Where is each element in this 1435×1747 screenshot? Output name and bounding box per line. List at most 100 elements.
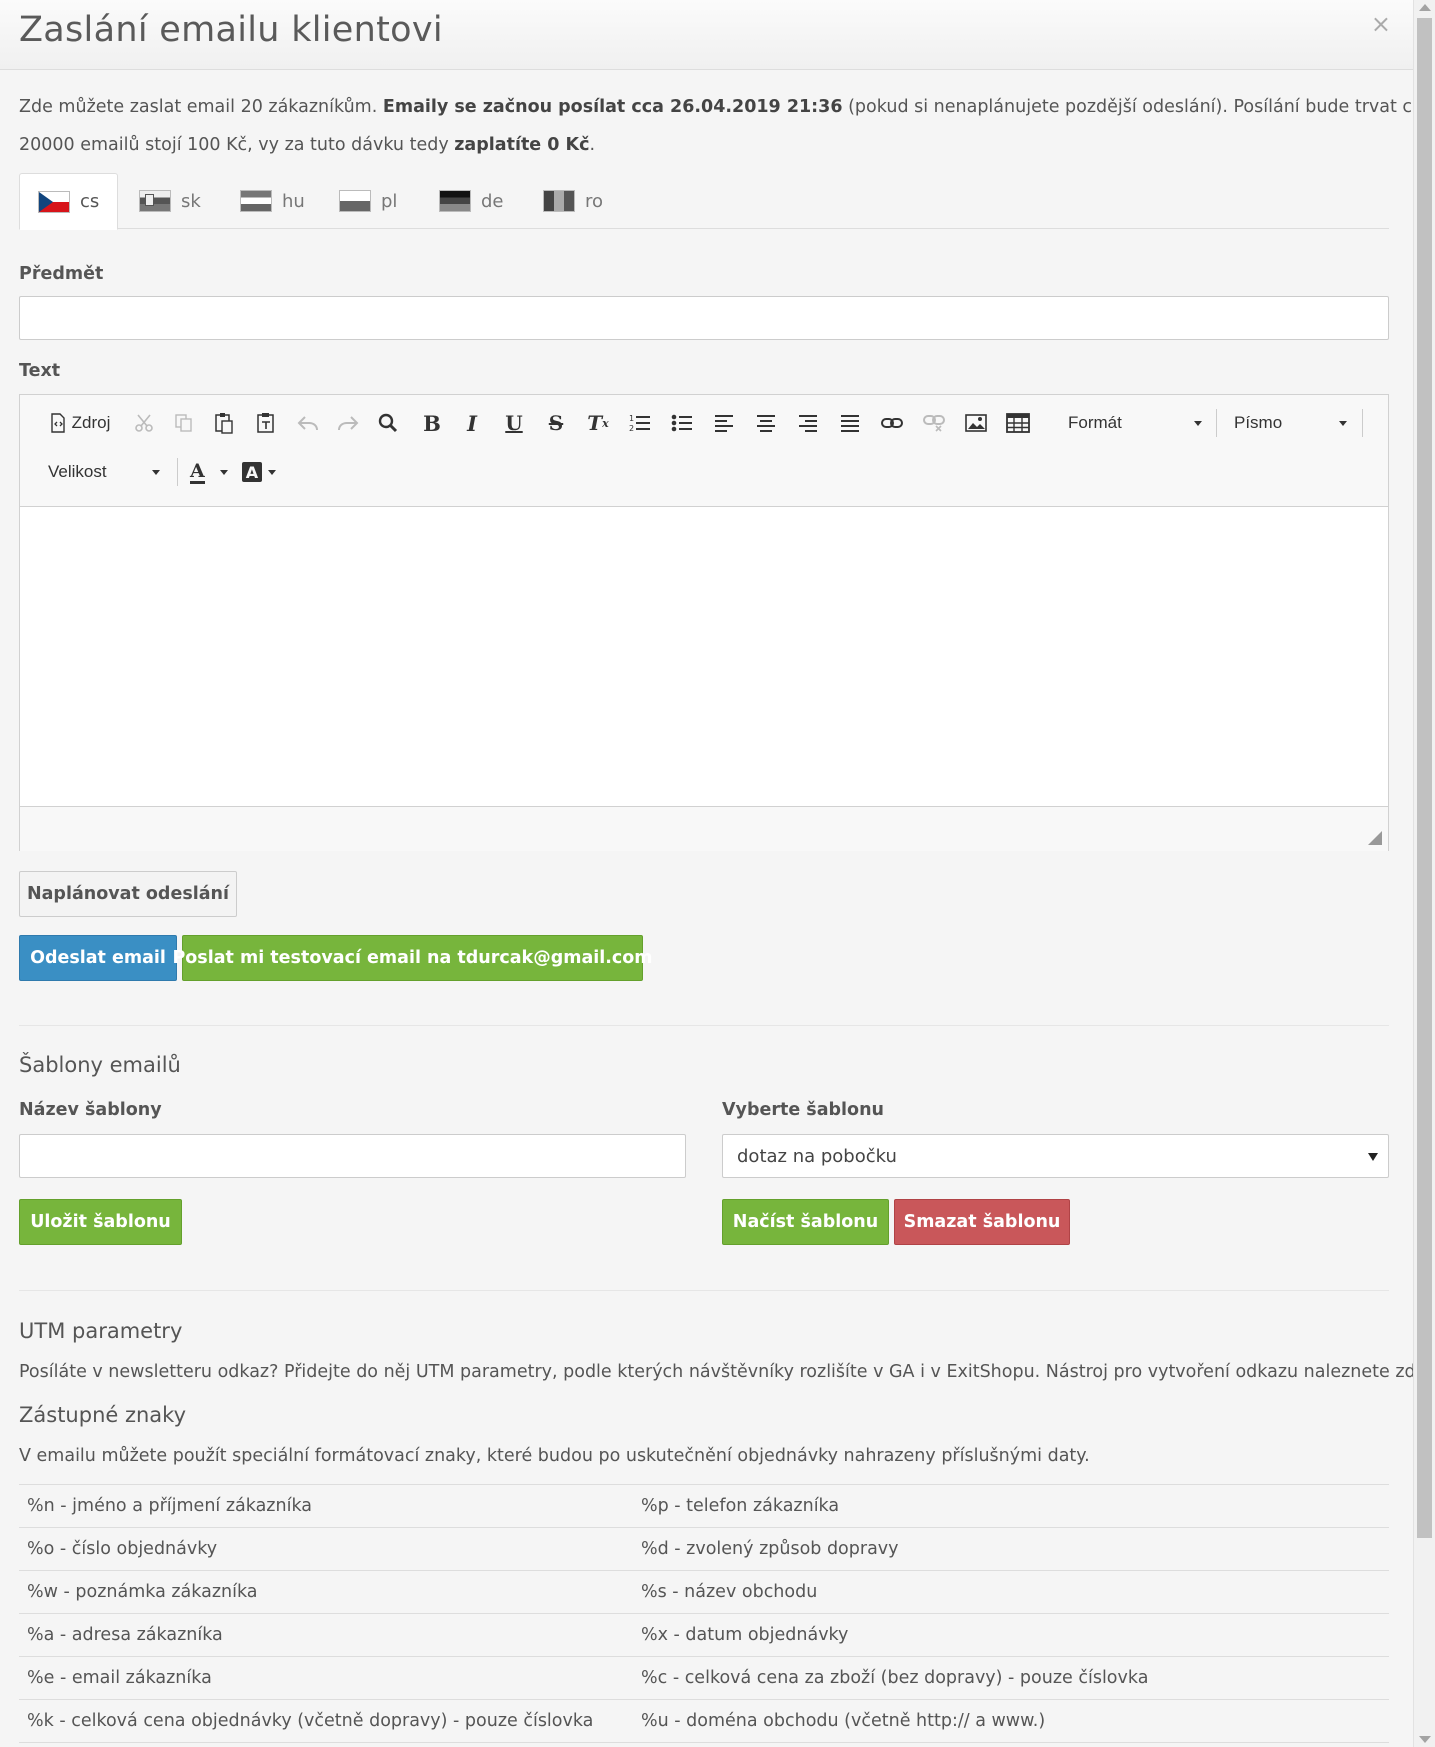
table-cell: %d - zvolený způsob dopravy <box>641 1539 899 1559</box>
table-row: %k - celková cena objednávky (včetně dop… <box>19 1700 1389 1743</box>
editor-content-area[interactable] <box>20 507 1388 807</box>
table-cell: %p - telefon zákazníka <box>641 1496 840 1516</box>
text-color-button[interactable]: A <box>190 454 230 490</box>
table-cell: %n - jméno a příjmení zákazníka <box>27 1496 312 1516</box>
utm-description: Posíláte v newsletteru odkaz? Přidejte d… <box>19 1362 1432 1382</box>
editor-footer <box>20 807 1388 851</box>
background-color-button[interactable]: A <box>242 454 282 490</box>
editor-toolbar: Zdroj B I U S T x 1 2 Formát Písmo Velik… <box>20 395 1388 507</box>
image-icon[interactable] <box>962 405 990 441</box>
tab-cs[interactable]: cs <box>19 173 119 230</box>
divider <box>19 1025 1389 1026</box>
align-left-icon[interactable] <box>710 405 738 441</box>
language-tabs: cs sk hu pl de ro <box>19 173 1389 230</box>
template-name-input[interactable] <box>19 1134 686 1178</box>
chevron-down-icon <box>1339 421 1347 426</box>
bold-icon[interactable]: B <box>418 405 446 441</box>
info-text: (pokud si nenaplánujete pozdější odeslán… <box>842 97 1435 117</box>
info-send-time: Emaily se začnou posílat cca 26.04.2019 … <box>382 97 843 117</box>
redo-icon[interactable] <box>334 405 362 441</box>
divider <box>19 1290 1389 1291</box>
rich-text-editor: Zdroj B I U S T x 1 2 Formát Písmo Velik… <box>19 394 1389 851</box>
source-button[interactable]: Zdroj <box>42 405 118 441</box>
background-color-icon: A <box>242 462 262 482</box>
romanian-flag-icon <box>543 190 575 212</box>
scrollbar-thumb[interactable] <box>1417 18 1432 1538</box>
svg-text:2: 2 <box>629 424 634 433</box>
tab-label: hu <box>282 190 305 212</box>
paste-icon[interactable] <box>210 405 238 441</box>
info-line-1: Zde můžete zaslat email 20 zákazníkům. E… <box>19 88 1435 126</box>
table-row: %w - poznámka zákazníka %s - název obcho… <box>19 1571 1389 1614</box>
table-icon[interactable] <box>1004 405 1032 441</box>
tab-pl[interactable]: pl <box>321 173 415 229</box>
info-line-2: 20000 emailů stojí 100 Kč, vy za tuto dá… <box>19 126 595 164</box>
modal-header: Zaslání emailu klientovi × <box>0 0 1413 70</box>
tab-hu[interactable]: hu <box>222 173 323 229</box>
info-price: zaplatíte 0 Kč <box>454 135 590 155</box>
align-right-icon[interactable] <box>794 405 822 441</box>
load-template-button[interactable]: Načíst šablonu <box>722 1199 889 1245</box>
format-label: Formát <box>1068 413 1122 432</box>
subject-input[interactable] <box>19 296 1389 340</box>
toolbar-separator <box>1362 409 1363 437</box>
cut-icon[interactable] <box>130 405 158 441</box>
tab-label: cs <box>80 191 100 212</box>
copy-icon[interactable] <box>170 405 198 441</box>
size-label: Velikost <box>48 462 107 481</box>
table-row: %a - adresa zákazníka %x - datum objedná… <box>19 1614 1389 1657</box>
strikethrough-icon[interactable]: S <box>542 405 570 441</box>
chevron-down-icon <box>268 470 276 475</box>
subject-label: Předmět <box>19 264 104 284</box>
size-dropdown[interactable]: Velikost <box>48 454 168 490</box>
format-dropdown[interactable]: Formát <box>1068 405 1208 441</box>
align-center-icon[interactable] <box>752 405 780 441</box>
toolbar-separator <box>177 458 178 486</box>
save-template-button[interactable]: Uložit šablonu <box>19 1199 182 1245</box>
table-cell: %s - název obchodu <box>641 1582 818 1602</box>
paste-text-icon[interactable] <box>252 405 280 441</box>
info-text: . <box>589 135 596 155</box>
close-icon[interactable]: × <box>1371 10 1391 38</box>
bulleted-list-icon[interactable] <box>668 405 696 441</box>
tab-de[interactable]: de <box>421 173 522 229</box>
templates-heading: Šablony emailů <box>19 1053 181 1077</box>
tab-label: sk <box>181 190 201 212</box>
text-label: Text <box>19 361 61 381</box>
send-test-email-button[interactable]: Poslat mi testovací email na tdurcak@gma… <box>172 935 653 981</box>
delete-template-button[interactable]: Smazat šablonu <box>894 1199 1070 1245</box>
justify-icon[interactable] <box>836 405 864 441</box>
find-icon[interactable] <box>374 405 402 441</box>
svg-text:1: 1 <box>629 414 634 423</box>
tab-sk[interactable]: sk <box>121 173 219 229</box>
modal-title: Zaslání emailu klientovi <box>19 10 443 50</box>
table-cell: %c - celková cena za zboží (bez dopravy)… <box>641 1668 1149 1688</box>
template-select[interactable]: dotaz na pobočku <box>722 1134 1389 1178</box>
schedule-button[interactable]: Naplánovat odeslání <box>19 871 237 917</box>
remove-format-icon[interactable]: Tx <box>584 405 612 441</box>
info-text: Zde můžete zaslat email 20 zákazníkům. <box>19 97 383 117</box>
chevron-down-icon <box>1194 421 1202 426</box>
resize-handle-icon[interactable] <box>1368 831 1382 845</box>
scroll-up-icon[interactable] <box>1419 4 1431 11</box>
vertical-scrollbar[interactable] <box>1413 0 1435 1747</box>
placeholders-description: V emailu můžete použít speciální formáto… <box>19 1446 1090 1466</box>
chevron-down-icon <box>220 470 228 475</box>
underline-icon[interactable]: U <box>500 405 528 441</box>
italic-icon[interactable]: I <box>458 405 486 441</box>
scroll-down-icon[interactable] <box>1419 1736 1431 1743</box>
unlink-icon[interactable] <box>920 405 948 441</box>
link-icon[interactable] <box>878 405 906 441</box>
undo-icon[interactable] <box>294 405 322 441</box>
send-email-button[interactable]: Odeslat email <box>19 935 177 981</box>
tab-label: pl <box>381 190 398 212</box>
polish-flag-icon <box>339 190 371 212</box>
table-cell: %e - email zákazníka <box>27 1668 212 1688</box>
placeholders-table: %n - jméno a příjmení zákazníka %p - tel… <box>19 1484 1389 1743</box>
hungarian-flag-icon <box>240 190 272 212</box>
numbered-list-icon[interactable]: 12 <box>626 405 654 441</box>
tab-ro[interactable]: ro <box>525 173 621 229</box>
font-dropdown[interactable]: Písmo <box>1215 405 1355 441</box>
table-cell: %k - celková cena objednávky (včetně dop… <box>27 1711 594 1731</box>
chevron-down-icon <box>152 470 160 475</box>
